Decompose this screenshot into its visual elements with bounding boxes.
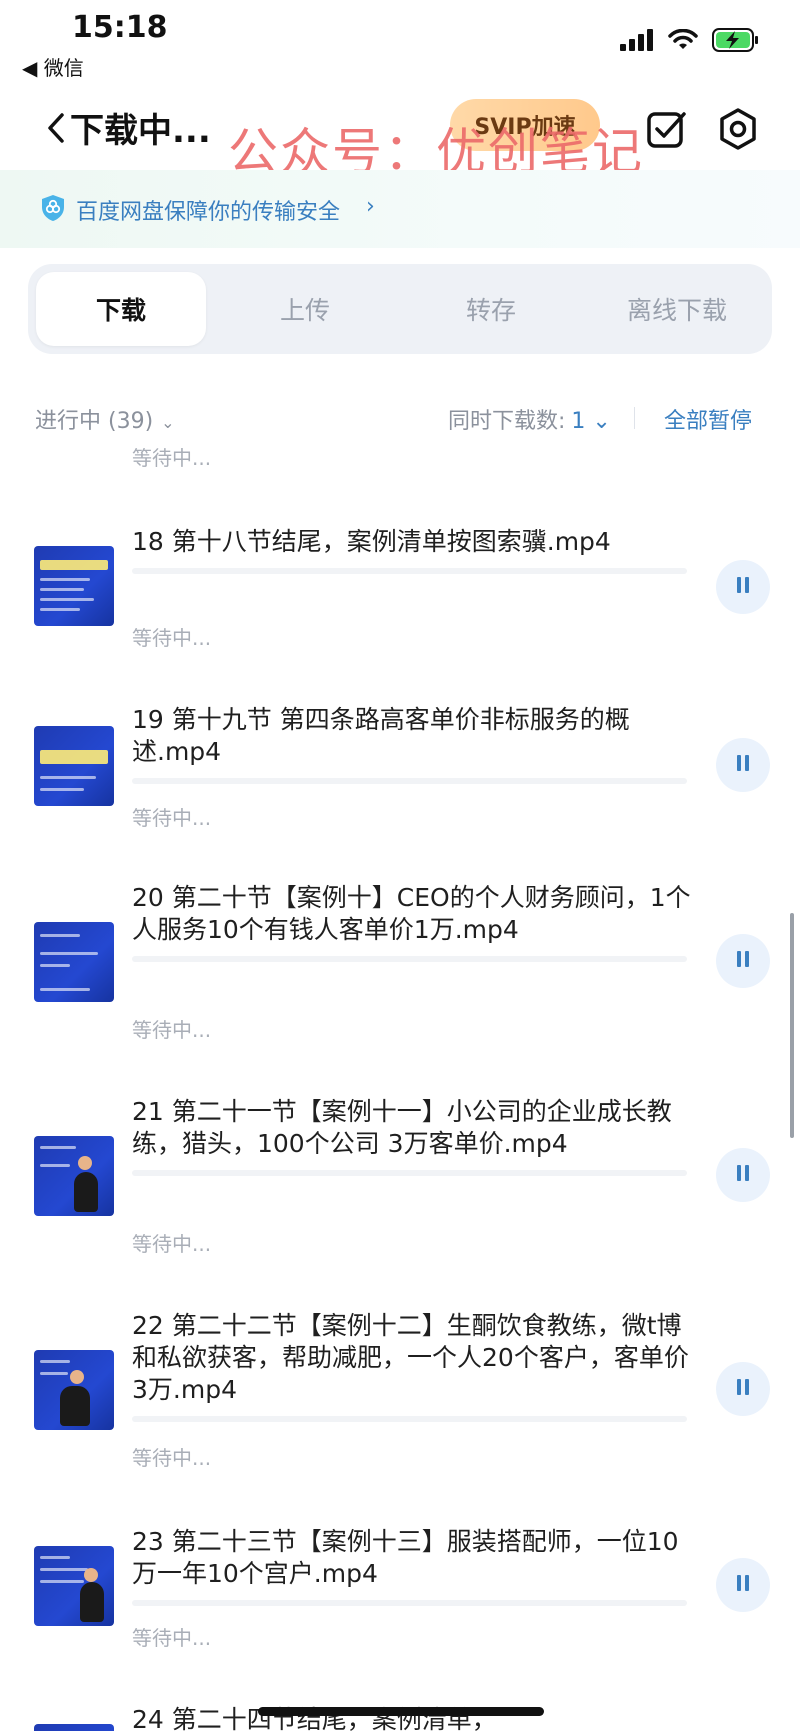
chevron-left-icon bbox=[48, 112, 64, 143]
file-name: 19 第十九节 第四条路高客单价非标服务的概述.mp4 bbox=[132, 705, 630, 766]
shield-icon bbox=[42, 195, 64, 221]
wait-status: 等待中... bbox=[132, 626, 212, 650]
pause-icon bbox=[735, 1165, 751, 1185]
signal-icon bbox=[620, 29, 653, 51]
concurrent-label: 同时下载数: bbox=[448, 409, 566, 434]
pause-button[interactable] bbox=[716, 934, 770, 988]
system-icons bbox=[620, 28, 760, 52]
video-thumbnail bbox=[34, 1546, 114, 1626]
wait-status: 等待中... bbox=[132, 1018, 212, 1042]
wait-status: 等待中... bbox=[132, 1626, 212, 1650]
home-indicator[interactable] bbox=[258, 1707, 544, 1716]
file-name: 22 第二十二节【案例十二】生酮饮食教练，微t博和私欲获客，帮助减肥，一个人20… bbox=[132, 1311, 689, 1404]
status-bar: 15:18 ◀ 微信 bbox=[0, 0, 800, 90]
in-progress-filter[interactable]: 进行中 (39) ⌄ bbox=[35, 403, 175, 435]
checkbox-icon[interactable] bbox=[646, 109, 688, 151]
tab-offline-download[interactable]: 离线下载 bbox=[592, 272, 762, 346]
progress-bar bbox=[132, 1170, 687, 1176]
gear-icon[interactable] bbox=[716, 107, 760, 151]
chevron-down-icon: ⌄ bbox=[161, 413, 175, 432]
video-thumbnail bbox=[34, 1136, 114, 1216]
pause-button[interactable] bbox=[716, 560, 770, 614]
progress-bar bbox=[132, 568, 687, 574]
file-name: 18 第十八节结尾，案例清单按图索骥.mp4 bbox=[132, 527, 611, 556]
wait-status: 等待中... bbox=[132, 446, 212, 470]
status-time: 15:18 bbox=[72, 10, 168, 45]
video-thumbnail bbox=[34, 546, 114, 626]
file-name: 23 第二十三节【案例十三】服装搭配师，一位10万一年10个宫户.mp4 bbox=[132, 1527, 679, 1588]
concurrent-download-select[interactable]: 同时下载数: 1 ⌄ bbox=[448, 403, 611, 435]
back-to-app-link[interactable]: ◀ 微信 bbox=[22, 52, 84, 81]
progress-bar bbox=[132, 1416, 687, 1422]
svip-boost-button[interactable]: SVIP加速 bbox=[450, 99, 600, 151]
pause-all-button[interactable]: 全部暂停 bbox=[664, 403, 752, 435]
video-thumbnail bbox=[34, 1724, 114, 1731]
chevron-down-icon: ⌄ bbox=[592, 409, 611, 434]
progress-bar bbox=[132, 778, 687, 784]
security-banner[interactable]: 百度网盘保障你的传输安全 › bbox=[0, 170, 800, 248]
wait-status: 等待中... bbox=[132, 1446, 212, 1470]
pause-icon bbox=[735, 1575, 751, 1595]
battery-charging-icon bbox=[712, 28, 758, 52]
pause-button[interactable] bbox=[716, 738, 770, 792]
file-name: 20 第二十节【案例十】CEO的个人财务顾问，1个人服务10个有钱人客单价1万.… bbox=[132, 883, 691, 944]
progress-bar bbox=[132, 1600, 687, 1606]
back-button[interactable]: 下载中... bbox=[46, 103, 211, 152]
video-thumbnail bbox=[34, 1350, 114, 1430]
page-title: 下载中... bbox=[70, 111, 211, 151]
divider bbox=[634, 407, 635, 429]
banner-text: 百度网盘保障你的传输安全 bbox=[76, 200, 341, 225]
file-name: 21 第二十一节【案例十一】小公司的企业成长教练，猎头，100个公司 3万客单价… bbox=[132, 1097, 672, 1158]
tab-upload[interactable]: 上传 bbox=[220, 272, 390, 346]
chevron-right-icon: › bbox=[366, 194, 375, 219]
list-subheader: 进行中 (39) ⌄ 同时下载数: 1 ⌄ 全部暂停 bbox=[0, 395, 800, 439]
pause-icon bbox=[735, 951, 751, 971]
progress-bar bbox=[132, 956, 687, 962]
navigation-bar: 下载中... SVIP加速 bbox=[0, 95, 800, 165]
pause-icon bbox=[735, 577, 751, 597]
concurrent-value: 1 bbox=[571, 409, 586, 434]
pause-button[interactable] bbox=[716, 1362, 770, 1416]
wait-status: 等待中... bbox=[132, 1232, 212, 1256]
pause-button[interactable] bbox=[716, 1148, 770, 1202]
video-thumbnail bbox=[34, 922, 114, 1002]
pause-icon bbox=[735, 755, 751, 775]
wait-status: 等待中... bbox=[132, 806, 212, 830]
pause-icon bbox=[735, 1379, 751, 1399]
tab-download[interactable]: 下载 bbox=[36, 272, 206, 346]
pause-button[interactable] bbox=[716, 1558, 770, 1612]
video-thumbnail bbox=[34, 726, 114, 806]
scrollbar[interactable] bbox=[790, 913, 794, 1138]
in-progress-label: 进行中 (39) bbox=[35, 409, 154, 434]
wifi-icon bbox=[668, 29, 698, 49]
tab-transfer[interactable]: 转存 bbox=[406, 272, 576, 346]
transfer-tabs: 下载 上传 转存 离线下载 bbox=[28, 264, 772, 354]
